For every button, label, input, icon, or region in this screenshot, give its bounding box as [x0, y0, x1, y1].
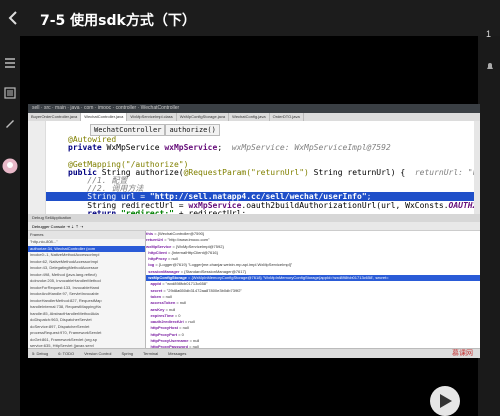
variable-name: aesKey — [146, 306, 165, 312]
variable-value: = null — [164, 306, 176, 312]
variable-name: httpProxy — [146, 256, 167, 262]
status-tab[interactable]: Terminal — [143, 351, 158, 356]
variable-value: = null — [161, 293, 172, 299]
variable-name: secret — [146, 287, 163, 293]
variable-value: = null — [183, 319, 195, 325]
ide-status-bar: 5: Debug 6: TODO Version Control Spring Term… — [28, 348, 480, 358]
avatar[interactable] — [2, 158, 18, 174]
video-frame[interactable]: sell · src · main · java · com · imooc ·… — [28, 104, 480, 358]
variable-name: httpClient — [146, 249, 167, 255]
file-tab[interactable]: WechatController.java — [81, 113, 128, 121]
variable-value: = {WxMpInMemoryConfigStorage@7618} "WxMp… — [186, 275, 389, 281]
status-tab[interactable]: Version Control — [84, 351, 111, 356]
frames-panel: Frames "http-nio-808..." authorize:34, We… — [28, 231, 146, 348]
variable-value: = 0 — [177, 331, 184, 337]
variable-name: returnUrl — [146, 237, 164, 243]
play-icon — [440, 394, 452, 408]
editor-tabs: BuyerOrderController.java WechatControlle… — [28, 113, 480, 121]
variables-panel: this = {WechatController@7590} returnUrl … — [146, 231, 480, 348]
play-button[interactable] — [430, 386, 460, 416]
variable-value: = null — [175, 300, 187, 306]
variable-value: = {InternalHttpClient@7616} — [166, 249, 218, 255]
back-arrow-icon[interactable] — [5, 10, 21, 26]
watermark-logo: 慕课网 — [452, 350, 473, 357]
list-icon[interactable] — [3, 86, 17, 100]
variable-name: httpProxyHost — [146, 325, 179, 331]
variable-value: = null — [178, 325, 189, 331]
menu-icon[interactable] — [3, 56, 17, 70]
variable-name: wxMpConfigStorage — [146, 275, 187, 281]
file-tab[interactable]: WechatConfig.java — [229, 113, 270, 121]
variable-name: wxMpService — [146, 243, 172, 249]
right-rail-counter: 1 — [486, 29, 492, 39]
status-tab[interactable]: Spring — [121, 351, 133, 356]
file-tab[interactable]: WxMpServiceImpl.class — [127, 113, 177, 121]
file-tab[interactable]: BuyerOrderController.java — [28, 113, 82, 121]
file-tab[interactable]: OrderDTO.java — [270, 113, 304, 121]
left-sidebar — [0, 36, 20, 416]
variable-name: httpProxyPort — [146, 331, 178, 337]
edit-icon[interactable] — [3, 116, 17, 130]
video-player: 7-5 使用sdk方式（下） 1 sell · src · main · jav… — [0, 0, 500, 416]
variable-value: = {Logger@7619} "Logger[me.chanjar.weixi… — [154, 262, 293, 268]
variable-value: = null — [188, 338, 200, 344]
debug-panel-title: Debug SellApplication — [28, 214, 480, 222]
debug-toolbar[interactable]: Debugger Console ⇥ ⇣ ⇡ ⇢ — [28, 222, 480, 231]
lesson-title: 7-5 使用sdk方式（下） — [40, 13, 196, 29]
status-tab[interactable]: 5: Debug — [32, 351, 48, 356]
variable-value: = "29d8a650db31472aa87800e3b0db739f2" — [162, 287, 242, 293]
variable-name: oauth2redirectUri — [146, 319, 184, 325]
variable-name: sessionManager — [146, 268, 180, 274]
ide-breadcrumb: sell · src · main · java · com · imooc ·… — [28, 104, 480, 113]
variable-value: = {StandardSessionManager@7617} — [179, 268, 247, 274]
file-tab[interactable]: WxMpConfigStorage.java — [177, 113, 230, 121]
variable-value: = null — [166, 256, 178, 262]
variable-name: httpProxyUsername — [146, 338, 189, 344]
player-topbar: 7-5 使用sdk方式（下） — [0, 0, 500, 36]
bell-icon[interactable] — [484, 60, 496, 72]
variable-value: = 0 — [173, 312, 181, 318]
code-editor[interactable]: WechatController authorize() @Autowired pr… — [46, 121, 480, 218]
right-sidebar — [478, 36, 500, 416]
frames-header: Frames — [28, 231, 145, 239]
variable-name: log — [146, 262, 155, 268]
variable-name: appId — [146, 281, 162, 287]
variable-value: = "wxd898fcb01713c658" — [161, 281, 208, 287]
variable-name: token — [146, 293, 162, 299]
variable-value: = {WechatController@7590} — [153, 231, 205, 236]
editor-breadcrumb: WechatController authorize() — [90, 124, 220, 136]
variable-value: = {WxMpServiceImpl@7592} — [171, 243, 224, 249]
status-tab[interactable]: 6: TODO — [58, 351, 74, 356]
editor-scrollbar[interactable] — [474, 121, 480, 214]
variable-name: accessToken — [146, 300, 176, 306]
status-tab[interactable]: Messages — [168, 351, 186, 356]
variable-name: expiresTime — [146, 312, 174, 318]
variable-value: = "http://www.imooc.com" — [163, 237, 210, 243]
editor-gutter — [28, 121, 46, 214]
